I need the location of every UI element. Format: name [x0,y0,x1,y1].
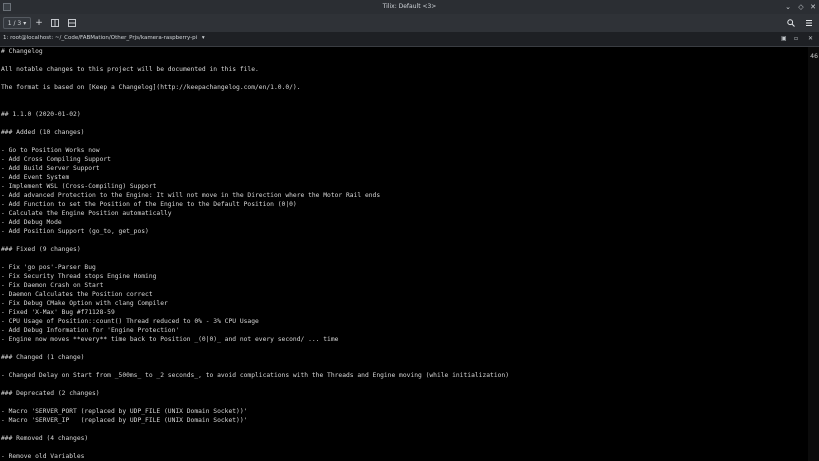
terminal-line: The format is based on [Keep a Changelog… [1,84,301,91]
terminal-line: - CPU Usage of Position::count() Thread … [1,318,259,325]
terminal-line: - Add Event System [1,174,70,181]
terminal-line: - Fixed 'X-Max' Bug #f71128-59 [1,309,115,316]
terminal-toolbar: 1 / 3 ▾ + [0,14,819,32]
terminal-line: - Add Debug Mode [1,219,62,226]
terminal-line: - Fix Daemon Crash on Start [1,282,104,289]
terminal-scrollbar[interactable] [808,47,819,461]
maximize-icon[interactable]: ◇ [796,2,806,12]
terminal-line: - Changed Delay on Start from _500ms_ to… [1,372,510,379]
chevron-down-icon: ▾ [201,35,205,41]
terminal-tab-label: 1: root@localhost: ~/_Code/FABMation/Oth… [3,35,198,41]
add-terminal-right-button[interactable] [49,17,61,29]
terminal-line: ### Added (10 changes) [1,129,85,136]
window-title: Tilix: Default <3> [382,3,437,10]
terminal-line: - Fix 'go pos'-Parser Bug [1,264,96,271]
terminal-line: - Calculate the Engine Position automati… [1,210,172,217]
search-button[interactable] [785,17,797,29]
terminal-tab-bar: 1: root@localhost: ~/_Code/FABMation/Oth… [0,32,819,47]
terminal-line: - Add Debug Information for 'Engine Prot… [1,327,180,334]
split-down-icon [68,19,76,27]
maximize-terminal-icon[interactable]: ▫ [794,35,798,42]
terminal-line: ### Deprecated (2 changes) [1,390,100,397]
session-switcher-button[interactable]: 1 / 3 ▾ [3,17,31,29]
window-titlebar: Tilix: Default <3> ⌄ ◇ ✕ [0,0,819,14]
terminal-line: - Remove old Variables [1,453,85,460]
add-session-button[interactable]: + [33,17,45,29]
terminal-line: - Daemon Calculates the Position correct [1,291,153,298]
terminal-line: - Macro 'SERVER_IP (replaced by UDP_FILE… [1,417,248,424]
terminal-line: - Add Position Support (go_to, get_pos) [1,228,149,235]
close-icon[interactable]: ✕ [808,2,818,12]
search-icon [787,19,795,27]
terminal-line: - Implement WSL (Cross-Compiling) Suppor… [1,183,157,190]
terminal-line: - Add Build Server Support [1,165,100,172]
terminal-line: # Changelog [1,48,43,55]
close-terminal-icon[interactable]: ✕ [808,35,813,42]
terminal-line: ## 1.1.0 (2020-01-02) [1,111,81,118]
terminal-line: ### Removed (4 changes) [1,435,89,442]
terminal-line: - Macro 'SERVER_PORT (replaced by UDP_FI… [1,408,248,415]
session-switcher-label: 1 / 3 [7,20,22,27]
main-menu-button[interactable] [803,17,815,29]
hamburger-menu-icon [806,20,812,26]
terminal-line: ### Changed (1 change) [1,354,85,361]
readonly-lock-icon[interactable]: ▣ [781,35,787,42]
terminal-line: - Go to Position Works now [1,147,100,154]
terminal-line: - Add Cross Compiling Support [1,156,111,163]
terminal-line: - Add advanced Protection to the Engine:… [1,192,381,199]
split-right-icon [51,19,59,27]
line-count-indicator: 46 [810,52,818,60]
terminal-line: All notable changes to this project will… [1,66,259,73]
terminal-line: ### Fixed (9 changes) [1,246,81,253]
add-terminal-down-button[interactable] [66,17,78,29]
minimize-icon[interactable]: ⌄ [783,2,793,12]
terminal-line: - Add Function to set the Position of th… [1,201,297,208]
terminal-output[interactable]: # Changelog All notable changes to this p… [0,47,808,461]
terminal-line: - Fix Security Thread stops Engine Homin… [1,273,157,280]
terminal-tab[interactable]: 1: root@localhost: ~/_Code/FABMation/Oth… [3,35,205,41]
terminal-line: - Fix Debug CMake Option with clang Comp… [1,300,168,307]
terminal-line: - Engine now moves **every** time back t… [1,336,339,343]
chevron-down-icon: ▾ [23,20,27,27]
